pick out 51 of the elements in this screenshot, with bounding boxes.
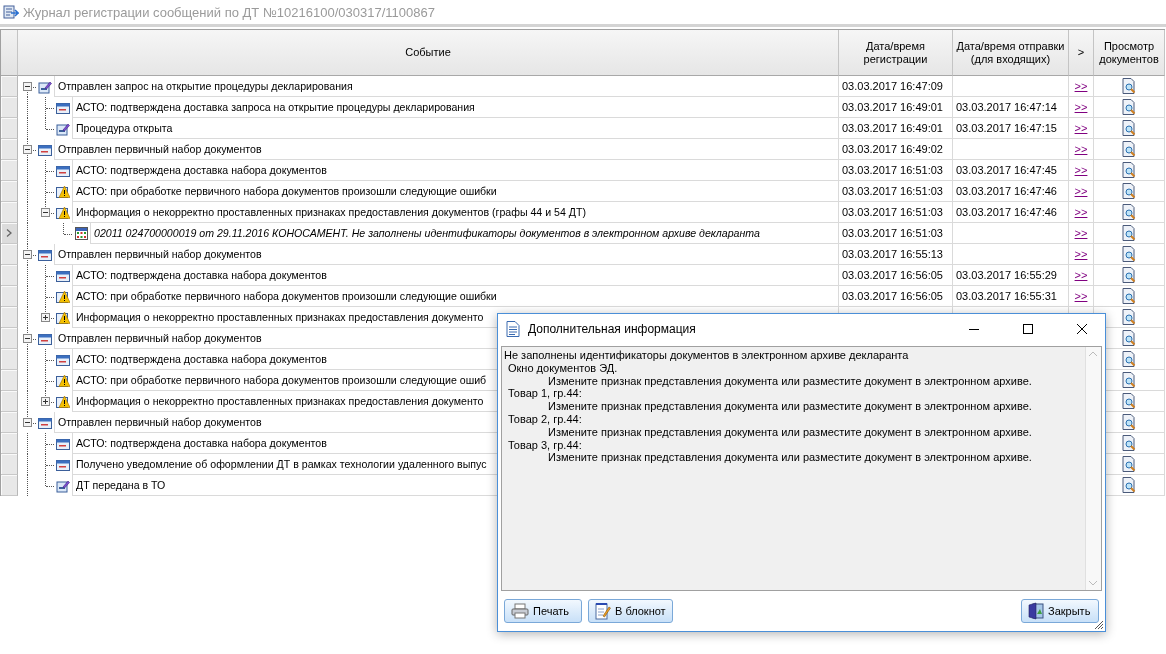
details-link[interactable]: >> bbox=[1074, 185, 1088, 197]
event-text: Отправлен запрос на открытие процедуры декларирования bbox=[54, 76, 838, 97]
sent-time: 03.03.2017 16:55:29 bbox=[956, 269, 1057, 281]
details-link[interactable]: >> bbox=[1074, 227, 1088, 239]
registration-time: 03.03.2017 16:56:05 bbox=[842, 269, 943, 281]
column-header: Дата/время регистрации bbox=[839, 30, 953, 76]
registration-time: 03.03.2017 16:51:03 bbox=[842, 164, 943, 176]
event-text: АСТО: при обработке первичного набора документов произошли следующие ошибки bbox=[72, 286, 838, 307]
event-text: Отправлен первичный набор документов bbox=[54, 244, 838, 265]
notepad-button[interactable]: В блокнот bbox=[588, 599, 673, 623]
event-text: Отправлен первичный набор документов bbox=[54, 139, 838, 160]
column-header: > bbox=[1069, 30, 1094, 76]
details-link[interactable]: >> bbox=[1074, 80, 1088, 92]
event-text: АСТО: подтверждена доставка набора документов bbox=[72, 160, 838, 181]
registration-time: 03.03.2017 16:51:03 bbox=[842, 185, 943, 197]
event-text: Процедура открыта bbox=[72, 118, 838, 139]
registration-time: 03.03.2017 16:51:03 bbox=[842, 227, 943, 239]
registration-time: 03.03.2017 16:47:09 bbox=[842, 80, 943, 92]
registration-time: 03.03.2017 16:49:01 bbox=[842, 101, 943, 113]
event-text: АСТО: подтверждена доставка набора документов bbox=[72, 265, 838, 286]
details-link[interactable]: >> bbox=[1074, 269, 1088, 281]
details-link[interactable]: >> bbox=[1074, 122, 1088, 134]
event-text: АСТО: подтверждена доставка запроса на открытие процедуры декларирования bbox=[72, 97, 838, 118]
details-link[interactable]: >> bbox=[1074, 143, 1088, 155]
sent-time: 03.03.2017 16:47:14 bbox=[956, 101, 1057, 113]
print-button[interactable]: Печать bbox=[504, 599, 582, 623]
column-header: Просмотр документов bbox=[1094, 30, 1165, 76]
event-text: Информация о некорректно проставленных признаках предоставления документов (графы 44 и 54 ДТ) bbox=[72, 202, 838, 223]
details-link[interactable]: >> bbox=[1074, 206, 1088, 218]
sent-time: 03.03.2017 16:55:31 bbox=[956, 290, 1057, 302]
registration-time: 03.03.2017 16:49:01 bbox=[842, 122, 943, 134]
event-text: 02011 024700000019 от 29.11.2016 КОНОСАМЕНТ. Не заполнены идентификаторы документов в электронном архиве декларанта bbox=[90, 223, 838, 244]
info-line: Товар 2, гр.44: bbox=[507, 413, 583, 426]
window-title: Журнал регистрации сообщений по ДТ №10216100/030317/1100867 bbox=[23, 4, 435, 20]
registration-time: 03.03.2017 16:49:02 bbox=[842, 143, 943, 155]
sent-time: 03.03.2017 16:47:46 bbox=[956, 185, 1057, 197]
registration-time: 03.03.2017 16:51:03 bbox=[842, 206, 943, 218]
event-text: АСТО: при обработке первичного набора документов произошли следующие ошибки bbox=[72, 181, 838, 202]
sent-time: 03.03.2017 16:47:45 bbox=[956, 164, 1057, 176]
sent-time: 03.03.2017 16:47:46 bbox=[956, 206, 1057, 218]
column-header: Событие bbox=[18, 30, 839, 76]
details-link[interactable]: >> bbox=[1074, 101, 1088, 113]
registration-time: 03.03.2017 16:55:13 bbox=[842, 248, 943, 260]
info-line: Товар 3, гр.44: bbox=[507, 438, 583, 452]
registration-time: 03.03.2017 16:56:05 bbox=[842, 290, 943, 302]
details-link[interactable]: >> bbox=[1074, 248, 1088, 260]
details-link[interactable]: >> bbox=[1074, 164, 1088, 176]
column-header: Дата/время отправки (для входящих) bbox=[953, 30, 1069, 76]
details-link[interactable]: >> bbox=[1074, 290, 1088, 302]
close-button[interactable]: Закрыть bbox=[1021, 599, 1099, 623]
sent-time: 03.03.2017 16:47:15 bbox=[956, 122, 1057, 134]
